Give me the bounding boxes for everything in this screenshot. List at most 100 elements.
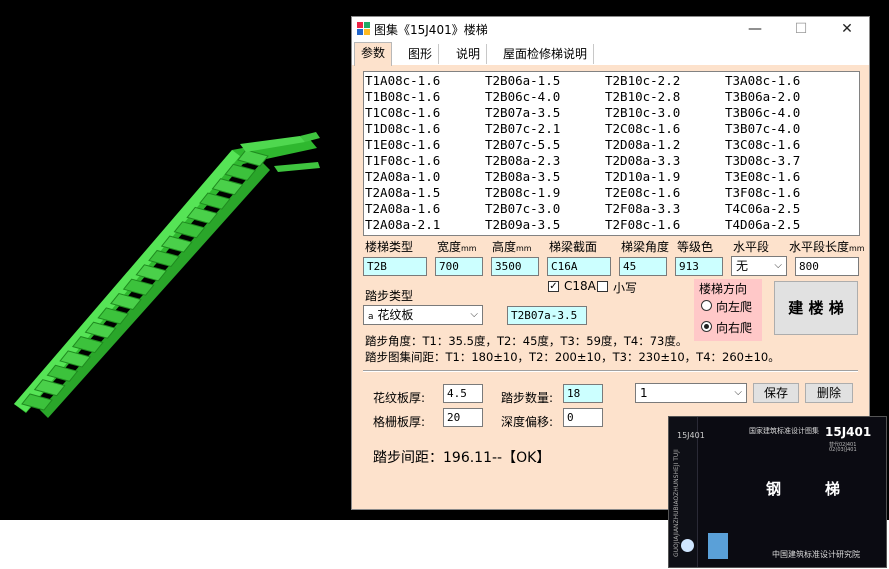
list-item[interactable]: T1B08c-1.6	[365, 89, 440, 105]
list-item[interactable]: T2A08a-1.6	[365, 201, 440, 217]
horizontal-select[interactable]: 无 ⌵	[731, 256, 787, 276]
list-item[interactable]: T2F08c-1.6	[605, 217, 680, 233]
list-item[interactable]: T3B07c-4.0	[725, 121, 800, 137]
c18a-checkbox[interactable]: ✓	[548, 281, 559, 292]
direction-title: 楼梯方向	[699, 282, 748, 296]
list-item[interactable]: T2B10c-2.8	[605, 89, 680, 105]
tread-code-input[interactable]: T2B07a-3.5	[507, 306, 587, 325]
list-item[interactable]: T3A08c-1.6	[725, 73, 800, 89]
list-item[interactable]: T2E08c-1.6	[605, 185, 680, 201]
list-item[interactable]: T3C08c-1.6	[725, 137, 800, 153]
list-item[interactable]: T1A08c-1.6	[365, 73, 440, 89]
cover-publisher: 中国建筑标准设计研究院	[772, 550, 860, 559]
depth-offset-input[interactable]: 0	[563, 408, 603, 427]
list-column-4: T3A08c-1.6 T3B06a-2.0 T3B06c-4.0 T3B07c-4.0…	[725, 73, 800, 233]
c18a-label: C18A	[564, 279, 596, 293]
chevron-down-icon: ⌵	[734, 387, 742, 398]
list-item[interactable]: T2F08a-3.3	[605, 201, 680, 217]
cover-title-1: 钢	[766, 480, 782, 498]
list-item[interactable]: T2B06a-1.5	[485, 73, 560, 89]
chevron-down-icon: ⌵	[470, 309, 478, 320]
list-item[interactable]: T4C06a-2.5	[725, 201, 800, 217]
list-item[interactable]: T4D06a-2.5	[725, 217, 800, 233]
list-item[interactable]: T2B10c-2.2	[605, 73, 680, 89]
tread-spacing-info: 踏步图集间距：T1：180±10，T2：200±10，T3：230±10，T4：…	[365, 350, 780, 364]
cover-title-2: 梯	[825, 480, 841, 498]
grate-thickness-input[interactable]: 20	[443, 408, 483, 427]
angle-input[interactable]: 45	[619, 257, 667, 276]
stair-type-input[interactable]: T2B	[363, 257, 427, 276]
list-item[interactable]: T2A08a-1.5	[365, 185, 440, 201]
tab-roof-ladder-notes[interactable]: 屋面检修梯说明	[497, 44, 595, 64]
list-item[interactable]: T1E08c-1.6	[365, 137, 440, 153]
list-item[interactable]: T2B10c-3.0	[605, 105, 680, 121]
list-item[interactable]: T2B08c-1.9	[485, 185, 560, 201]
list-item[interactable]: T2B07c-3.0	[485, 201, 560, 217]
lowercase-checkbox[interactable]	[597, 281, 608, 292]
preset-select[interactable]: 1 ⌵	[635, 383, 747, 403]
minimize-button[interactable]: —	[732, 17, 778, 41]
list-item[interactable]: T2A08a-2.1	[365, 217, 440, 233]
chevron-down-icon: ⌵	[774, 260, 782, 271]
list-item[interactable]: T2B09a-3.5	[485, 217, 560, 233]
climb-right-radio[interactable]	[701, 321, 712, 332]
tab-notes[interactable]: 说明	[450, 44, 488, 64]
list-item[interactable]: T2B07c-2.1	[485, 121, 560, 137]
maximize-button[interactable]: ☐	[778, 17, 824, 41]
horizontal-value: 无	[736, 259, 749, 273]
cover-emblem	[681, 539, 694, 552]
list-item[interactable]: T2D10a-1.9	[605, 169, 680, 185]
list-column-3: T2B10c-2.2 T2B10c-2.8 T2B10c-3.0 T2C08c-1.6…	[605, 73, 680, 233]
climb-left-radio[interactable]	[701, 300, 712, 311]
tab-params[interactable]: 参数	[354, 42, 393, 66]
tread-type-value: 花纹板	[377, 308, 414, 322]
height-input[interactable]: 3500	[491, 257, 539, 276]
spacing-result: 踏步间距：196.11--【OK】	[373, 450, 551, 466]
preset-value: 1	[640, 386, 648, 400]
grade-input[interactable]: 913	[675, 257, 723, 276]
width-input[interactable]: 700	[435, 257, 483, 276]
list-item[interactable]: T2B06c-4.0	[485, 89, 560, 105]
list-item[interactable]: T1C08c-1.6	[365, 105, 440, 121]
list-item[interactable]: T1D08c-1.6	[365, 121, 440, 137]
list-item[interactable]: T3B06c-4.0	[725, 105, 800, 121]
delete-button[interactable]: 删除	[805, 383, 853, 403]
horizontal-length-input[interactable]: 800	[795, 257, 859, 276]
build-stair-button[interactable]: 建 楼 梯	[774, 281, 858, 335]
spine-text: GUOJIAJIANZHUBIAOZHUNSHEJI TUJI	[673, 449, 680, 557]
list-item[interactable]: T3B06a-2.0	[725, 89, 800, 105]
list-item[interactable]: T2B07c-5.5	[485, 137, 560, 153]
climb-right-label: 向右爬	[716, 321, 753, 335]
beam-input[interactable]: C16A	[547, 257, 611, 276]
horizontal-length-label: 水平段长度mm	[789, 240, 865, 254]
stair-model-drawing	[14, 132, 320, 418]
grade-label: 等级色	[677, 240, 714, 254]
list-item[interactable]: T1F08c-1.6	[365, 153, 440, 169]
horizontal-label: 水平段	[733, 240, 770, 254]
close-button[interactable]: ✕	[824, 17, 870, 41]
save-button[interactable]: 保存	[753, 383, 799, 403]
list-item[interactable]: T2D08a-3.3	[605, 153, 680, 169]
climb-left-label: 向左爬	[716, 300, 753, 314]
tab-graphics[interactable]: 图形	[402, 44, 440, 64]
tread-angle-info: 踏步角度：T1：35.5度，T2：45度，T3：59度，T4：73度。	[365, 334, 688, 348]
direction-group: 楼梯方向 向左爬 向右爬	[694, 279, 762, 341]
list-item[interactable]: T3F08c-1.6	[725, 185, 800, 201]
list-item[interactable]: T2B07a-3.5	[485, 105, 560, 121]
list-item[interactable]: T3E08c-1.6	[725, 169, 800, 185]
tread-count-input[interactable]: 18	[563, 384, 603, 403]
list-item[interactable]: T3D08c-3.7	[725, 153, 800, 169]
tread-type-prefix: a	[368, 312, 374, 322]
tread-type-label: 踏步类型	[365, 289, 414, 303]
list-item[interactable]: T2D08a-1.2	[605, 137, 680, 153]
tab-strip: 参数 图形 说明 屋面检修梯说明	[352, 41, 869, 66]
list-item[interactable]: T2A08a-1.0	[365, 169, 440, 185]
plate-thickness-input[interactable]: 4.5	[443, 384, 483, 403]
tread-count-label: 踏步数量:	[501, 391, 554, 405]
stair-code-list[interactable]: T1A08c-1.6 T1B08c-1.6 T1C08c-1.6 T1D08c-1.6…	[363, 71, 860, 236]
list-item[interactable]: T2B08a-2.3	[485, 153, 560, 169]
list-item[interactable]: T2B08a-3.5	[485, 169, 560, 185]
list-item[interactable]: T2C08c-1.6	[605, 121, 680, 137]
list-column-1: T1A08c-1.6 T1B08c-1.6 T1C08c-1.6 T1D08c-1.6…	[365, 73, 440, 233]
tread-type-select[interactable]: a 花纹板 ⌵	[363, 305, 483, 325]
